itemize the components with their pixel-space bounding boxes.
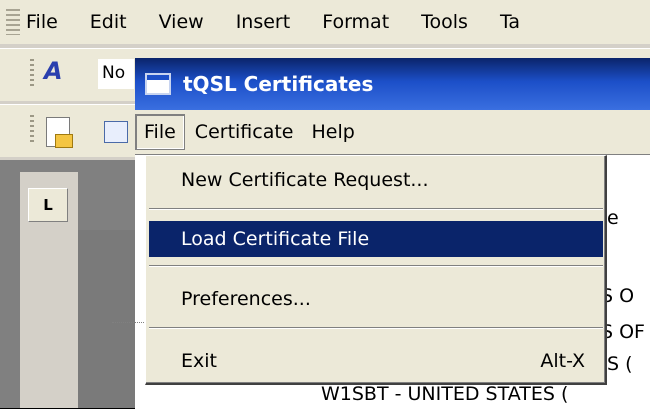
menu-item-load-certificate-file[interactable]: Load Certificate File [149, 221, 603, 257]
bg-menu-file[interactable]: File [26, 11, 58, 33]
bg-menu-edit[interactable]: Edit [90, 11, 127, 33]
toolbar-grip-2[interactable] [30, 115, 34, 145]
style-dropdown[interactable]: No [98, 59, 134, 89]
toolbar-grip[interactable] [30, 59, 34, 89]
background-menubar: File Edit View Insert Format Tools Ta [0, 0, 650, 44]
menubar-grip[interactable] [6, 9, 20, 35]
new-mail-document-icon[interactable] [46, 117, 73, 148]
vertical-ruler [78, 230, 138, 408]
menu-separator [149, 327, 603, 329]
bg-menu-tools[interactable]: Tools [421, 11, 468, 33]
calendar-icon[interactable] [104, 121, 128, 143]
bg-menu-view[interactable]: View [159, 11, 204, 33]
menu-item-label: Load Certificate File [181, 228, 370, 250]
menu-item-label: New Certificate Request... [181, 169, 429, 191]
menu-separator [149, 265, 603, 267]
dialog-menubar: File Certificate Help [135, 114, 650, 150]
bg-menu-insert[interactable]: Insert [236, 11, 291, 33]
dialog-titlebar[interactable]: tQSL Certificates [135, 58, 650, 110]
exit-shortcut: Alt-X [540, 350, 585, 372]
menu-help[interactable]: Help [304, 115, 363, 149]
menu-item-label: Preferences... [181, 288, 311, 310]
app-window-icon [145, 73, 171, 95]
menu-separator [149, 208, 603, 210]
tab-selector[interactable]: L [28, 188, 68, 222]
bg-menu-format[interactable]: Format [322, 11, 389, 33]
menu-file[interactable]: File [135, 114, 185, 150]
menu-certificate[interactable]: Certificate [187, 115, 302, 149]
menu-item-preferences[interactable]: Preferences... [149, 281, 603, 317]
menu-item-exit[interactable]: Exit Alt-X [149, 343, 603, 379]
tree-item-w1sbt[interactable]: W1SBT - UNITED STATES ( [321, 383, 568, 405]
tree-text-fragment: S OF [601, 321, 645, 343]
bg-menu-table[interactable]: Ta [500, 11, 520, 33]
dialog-title: tQSL Certificates [183, 72, 374, 96]
menu-item-label: Exit [181, 350, 217, 372]
menu-item-new-certificate-request[interactable]: New Certificate Request... [149, 162, 603, 198]
styles-icon[interactable]: A [44, 57, 63, 85]
tree-text-fragment: e [607, 207, 619, 229]
file-menu-dropdown: New Certificate Request... Load Certific… [145, 155, 607, 385]
